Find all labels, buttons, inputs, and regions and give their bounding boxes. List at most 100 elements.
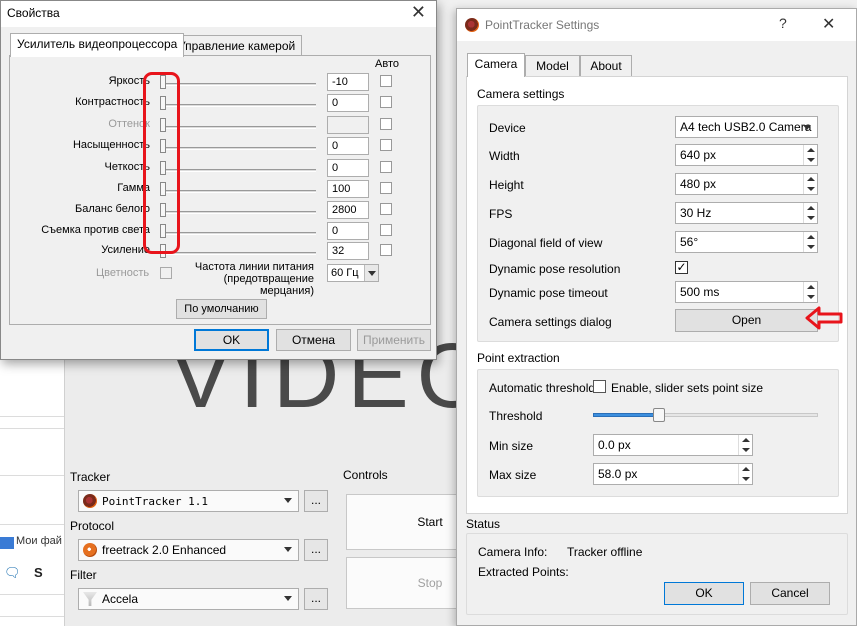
spin-down-icon[interactable]: [738, 474, 752, 484]
spin-down-icon[interactable]: [803, 292, 817, 302]
stop-button[interactable]: Stop: [346, 557, 458, 609]
prop-value[interactable]: 0: [327, 137, 369, 155]
auto-checkbox[interactable]: [380, 244, 392, 256]
threshold-slider[interactable]: [593, 408, 818, 422]
side-panel-text[interactable]: Мои фай: [16, 535, 62, 547]
slider-track[interactable]: [166, 83, 316, 86]
skype-icon[interactable]: S: [34, 565, 43, 580]
tracker-select-value: PointTracker 1.1: [102, 494, 208, 508]
filter-settings-button[interactable]: ...: [304, 588, 328, 610]
slider-track[interactable]: [166, 252, 316, 255]
prop-value[interactable]: 0: [327, 222, 369, 240]
default-button[interactable]: По умолчанию: [176, 299, 267, 319]
close-icon[interactable]: ✕: [411, 2, 426, 23]
tracker-label: Tracker: [70, 470, 111, 484]
spin-up-icon[interactable]: [803, 145, 817, 155]
auto-checkbox[interactable]: [380, 161, 392, 173]
slider-track[interactable]: [166, 211, 316, 214]
device-select[interactable]: A4 tech USB2.0 Camera: [675, 116, 818, 138]
dyn-res-checkbox[interactable]: ✓: [675, 261, 688, 274]
height-spinbox[interactable]: 480 px: [675, 173, 818, 195]
prop-value[interactable]: 0: [327, 94, 369, 112]
min-size-spinbox[interactable]: 0.0 px: [593, 434, 753, 456]
fps-spinbox[interactable]: 30 Hz: [675, 202, 818, 224]
slider-track[interactable]: [166, 190, 316, 193]
auto-threshold-checkbox[interactable]: [593, 380, 606, 393]
prop-value[interactable]: 2800: [327, 201, 369, 219]
tracker-settings-button[interactable]: ...: [304, 490, 328, 512]
ok-button[interactable]: OK: [194, 329, 269, 351]
fps-label: FPS: [489, 207, 513, 221]
dyn-timeout-spinbox[interactable]: 500 ms: [675, 281, 818, 303]
spin-down-icon[interactable]: [738, 445, 752, 455]
filter-select[interactable]: Accela: [78, 588, 299, 610]
tab-model[interactable]: Model: [525, 55, 580, 77]
auto-threshold-check-label: Enable, slider sets point size: [611, 381, 764, 395]
controls-label: Controls: [343, 468, 388, 482]
properties-titlebar[interactable]: Свойства ✕: [1, 1, 436, 27]
spin-up-icon[interactable]: [738, 435, 752, 445]
cancel-button[interactable]: Отмена: [276, 329, 351, 351]
slider-thumb[interactable]: [653, 408, 665, 422]
height-label: Height: [489, 178, 524, 192]
spin-down-icon[interactable]: [803, 213, 817, 223]
auto-checkbox[interactable]: [380, 203, 392, 215]
prop-value[interactable]: 32: [327, 242, 369, 260]
close-icon[interactable]: ✕: [822, 14, 835, 34]
slider-track[interactable]: [166, 232, 316, 235]
auto-checkbox: [380, 118, 392, 130]
pointtracker-icon: [465, 18, 479, 32]
tab-camera-control[interactable]: Управление камерой: [171, 35, 303, 57]
slider-track[interactable]: [166, 147, 316, 150]
pt-cancel-button[interactable]: Cancel: [750, 582, 830, 605]
chevron-down-icon: [284, 547, 292, 552]
prop-row-gamma: Гамма 100: [10, 180, 430, 201]
apply-button[interactable]: Применить: [357, 329, 431, 351]
spin-down-icon[interactable]: [803, 155, 817, 165]
prop-label: Усиление: [101, 244, 150, 256]
max-size-spinbox[interactable]: 58.0 px: [593, 463, 753, 485]
prop-value[interactable]: 0: [327, 159, 369, 177]
spin-down-icon[interactable]: [803, 184, 817, 194]
prop-value[interactable]: 100: [327, 180, 369, 198]
spin-up-icon[interactable]: [803, 232, 817, 242]
camera-dialog-label: Camera settings dialog: [489, 315, 612, 329]
protocol-settings-button[interactable]: ...: [304, 539, 328, 561]
spin-down-icon[interactable]: [803, 242, 817, 252]
pt-titlebar[interactable]: PointTracker Settings ? ✕: [457, 9, 856, 41]
prop-value[interactable]: -10: [327, 73, 369, 91]
tab-video-amp[interactable]: Усилитель видеопроцессора: [10, 33, 185, 57]
spin-up-icon[interactable]: [803, 282, 817, 292]
start-button[interactable]: Start: [346, 494, 458, 550]
prop-row-brightness: Яркость -10: [10, 73, 430, 94]
fov-spinbox[interactable]: 56°: [675, 231, 818, 253]
tracker-select[interactable]: PointTracker 1.1: [78, 490, 299, 512]
spin-up-icon[interactable]: [738, 464, 752, 474]
freetrack-icon: [83, 543, 97, 557]
color-enable-checkbox[interactable]: [160, 267, 172, 279]
prop-row-hue: Оттенок: [10, 116, 430, 137]
width-spinbox[interactable]: 640 px: [675, 144, 818, 166]
spin-up-icon[interactable]: [803, 203, 817, 213]
chat-icon[interactable]: 🗨: [4, 565, 21, 581]
prop-row-gain: Усиление 32: [10, 242, 430, 263]
filter-label: Filter: [70, 568, 97, 582]
camera-settings-title: Camera settings: [477, 87, 565, 101]
tab-camera[interactable]: Camera: [467, 53, 525, 77]
auto-checkbox[interactable]: [380, 96, 392, 108]
auto-checkbox[interactable]: [380, 139, 392, 151]
auto-checkbox[interactable]: [380, 75, 392, 87]
dyn-timeout-value: 500 ms: [680, 285, 720, 299]
protocol-select[interactable]: freetrack 2.0 Enhanced: [78, 539, 299, 561]
slider-track[interactable]: [166, 169, 316, 172]
prop-label: Насыщенность: [72, 139, 150, 151]
open-camera-settings-button[interactable]: Open: [675, 309, 818, 332]
spin-up-icon[interactable]: [803, 174, 817, 184]
help-icon[interactable]: ?: [779, 15, 787, 31]
pt-ok-button[interactable]: OK: [664, 582, 744, 605]
auto-checkbox[interactable]: [380, 224, 392, 236]
powerline-select[interactable]: 60 Гц: [327, 264, 379, 282]
slider-track[interactable]: [166, 104, 316, 107]
auto-checkbox[interactable]: [380, 182, 392, 194]
tab-about[interactable]: About: [580, 55, 632, 77]
